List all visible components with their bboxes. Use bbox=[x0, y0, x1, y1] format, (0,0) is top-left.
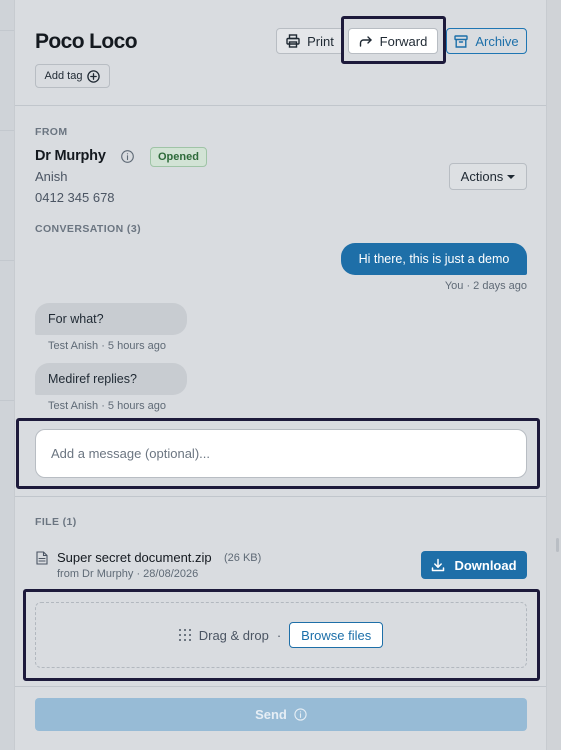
page-title: Poco Loco bbox=[35, 30, 138, 53]
print-label: Print bbox=[307, 33, 334, 49]
message-bubble-incoming: For what? bbox=[35, 303, 187, 335]
status-badge: Opened bbox=[150, 147, 207, 167]
file-size: (26 KB) bbox=[224, 552, 262, 564]
file-dropzone[interactable]: Drag & drop · Browse files bbox=[35, 602, 527, 668]
printer-icon bbox=[286, 34, 300, 48]
background-page bbox=[0, 0, 14, 750]
drag-drop-label: Drag & drop bbox=[198, 627, 269, 643]
actions-label: Actions bbox=[460, 169, 504, 184]
print-button[interactable]: Print bbox=[276, 28, 344, 54]
from-section-label: FROM bbox=[35, 126, 68, 138]
send-info-icon bbox=[294, 708, 307, 721]
message-meta: Test Anish · 5 hours ago bbox=[48, 340, 167, 352]
archive-label: Archive bbox=[475, 33, 519, 49]
scrollbar-track[interactable] bbox=[547, 0, 561, 750]
sender-name: Dr Murphy bbox=[35, 148, 106, 164]
sender-phone: 0412 345 678 bbox=[35, 190, 115, 205]
download-button[interactable]: Download bbox=[421, 551, 527, 579]
background-divider bbox=[0, 400, 14, 401]
archive-button[interactable]: Archive bbox=[446, 28, 527, 54]
message-input[interactable] bbox=[35, 429, 527, 478]
send-label: Send bbox=[255, 707, 287, 722]
forward-arrow-icon bbox=[359, 35, 373, 47]
browse-files-button[interactable]: Browse files bbox=[289, 622, 384, 648]
message-meta: You · 2 days ago bbox=[444, 280, 527, 292]
actions-dropdown[interactable]: Actions bbox=[449, 163, 527, 190]
forward-button[interactable]: Forward bbox=[348, 28, 438, 54]
background-divider bbox=[0, 260, 14, 261]
file-name[interactable]: Super secret document.zip bbox=[57, 550, 212, 565]
plus-circle-icon bbox=[87, 69, 101, 83]
message-bubble-outgoing: Hi there, this is just a demo bbox=[341, 243, 527, 275]
file-section-label: FILE (1) bbox=[35, 516, 77, 528]
scrollbar-thumb[interactable] bbox=[556, 538, 559, 552]
file-icon bbox=[36, 551, 48, 565]
message-bubble-incoming: Mediref replies? bbox=[35, 363, 187, 395]
background-divider bbox=[0, 130, 14, 131]
forward-label: Forward bbox=[379, 33, 428, 49]
caret-down-icon bbox=[507, 174, 516, 179]
download-icon bbox=[431, 558, 445, 572]
grip-dots-icon bbox=[178, 629, 191, 641]
send-button[interactable]: Send bbox=[35, 698, 527, 731]
footer-divider bbox=[15, 686, 546, 687]
message-detail-panel: Poco Loco Print Forward Archive Add tag … bbox=[14, 0, 547, 750]
file-origin: from Dr Murphy · 28/08/2026 bbox=[57, 568, 199, 580]
background-divider bbox=[0, 30, 14, 31]
input-divider bbox=[15, 496, 546, 497]
download-label: Download bbox=[454, 557, 517, 573]
header-divider bbox=[15, 105, 546, 106]
dropzone-separator: · bbox=[276, 627, 282, 643]
add-tag-label: Add tag bbox=[44, 70, 83, 82]
conversation-section-label: CONVERSATION (3) bbox=[35, 223, 141, 235]
info-icon[interactable] bbox=[121, 150, 134, 163]
archive-box-icon bbox=[454, 34, 469, 48]
sender-subname: Anish bbox=[35, 169, 68, 184]
add-tag-button[interactable]: Add tag bbox=[35, 64, 110, 88]
message-meta: Test Anish · 5 hours ago bbox=[48, 400, 167, 412]
